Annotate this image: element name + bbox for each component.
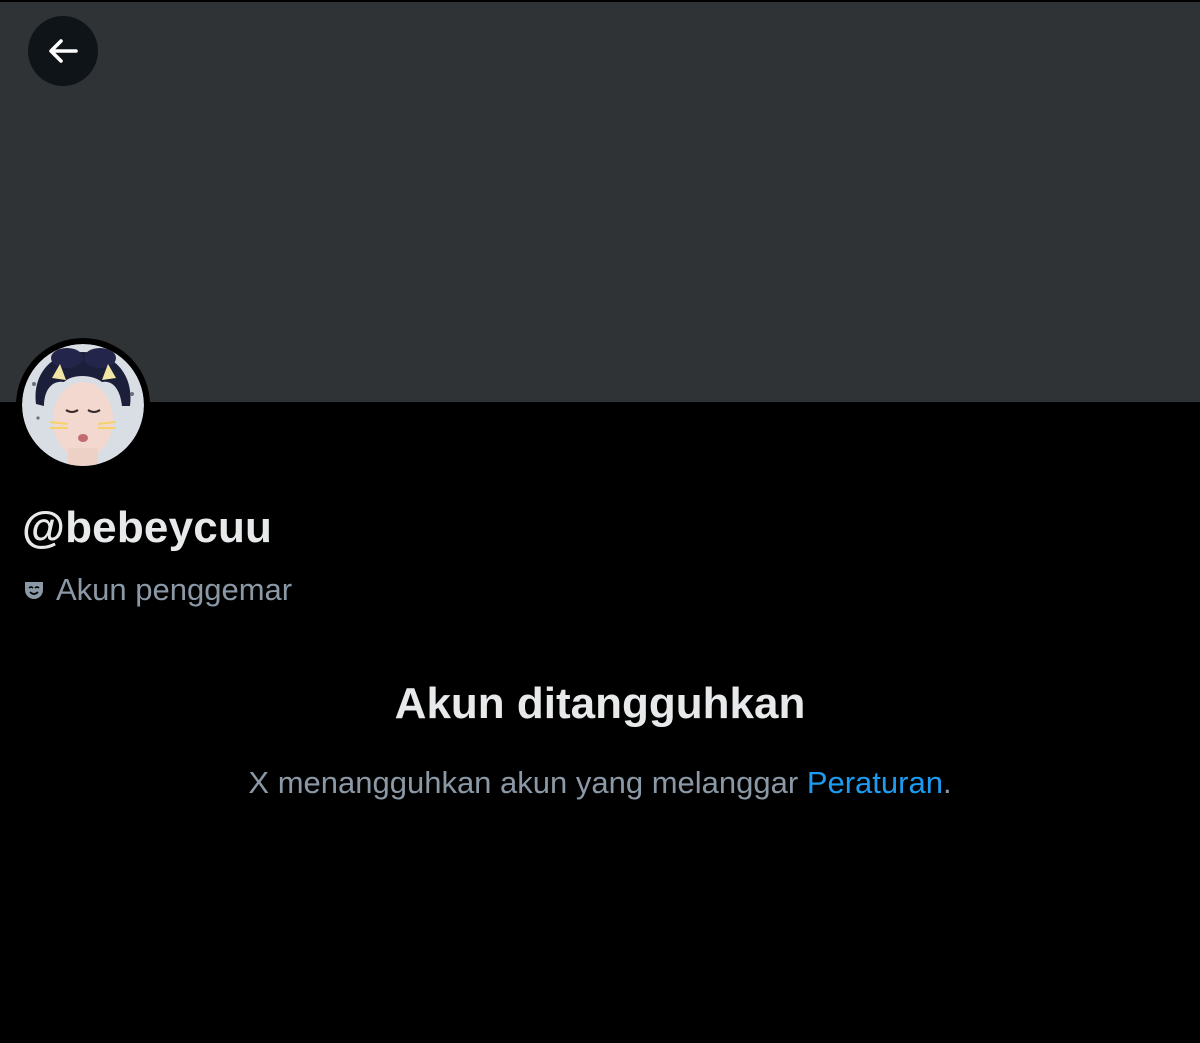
suspended-message: X menangguhkan akun yang melanggar Perat…	[0, 762, 1200, 804]
masks-icon	[22, 578, 46, 602]
category-label: Akun penggemar	[56, 572, 293, 607]
profile-handle: @bebeycuu	[22, 503, 273, 552]
profile-banner	[0, 0, 1200, 402]
rules-link[interactable]: Peraturan	[807, 765, 943, 800]
message-punctuation: .	[942, 765, 952, 800]
suspended-title: Akun ditangguhkan	[394, 679, 806, 728]
suspended-message-text: X menangguhkan akun yang melanggar	[248, 765, 799, 800]
avatar[interactable]	[22, 344, 144, 466]
arrow-left-icon	[46, 36, 80, 66]
profile-page: @bebeycuu Akun penggemar Akun ditangguhk…	[0, 0, 1200, 1043]
profile-category: Akun penggemar	[22, 570, 292, 610]
back-button[interactable]	[28, 16, 98, 86]
avatar-frame	[16, 338, 150, 472]
